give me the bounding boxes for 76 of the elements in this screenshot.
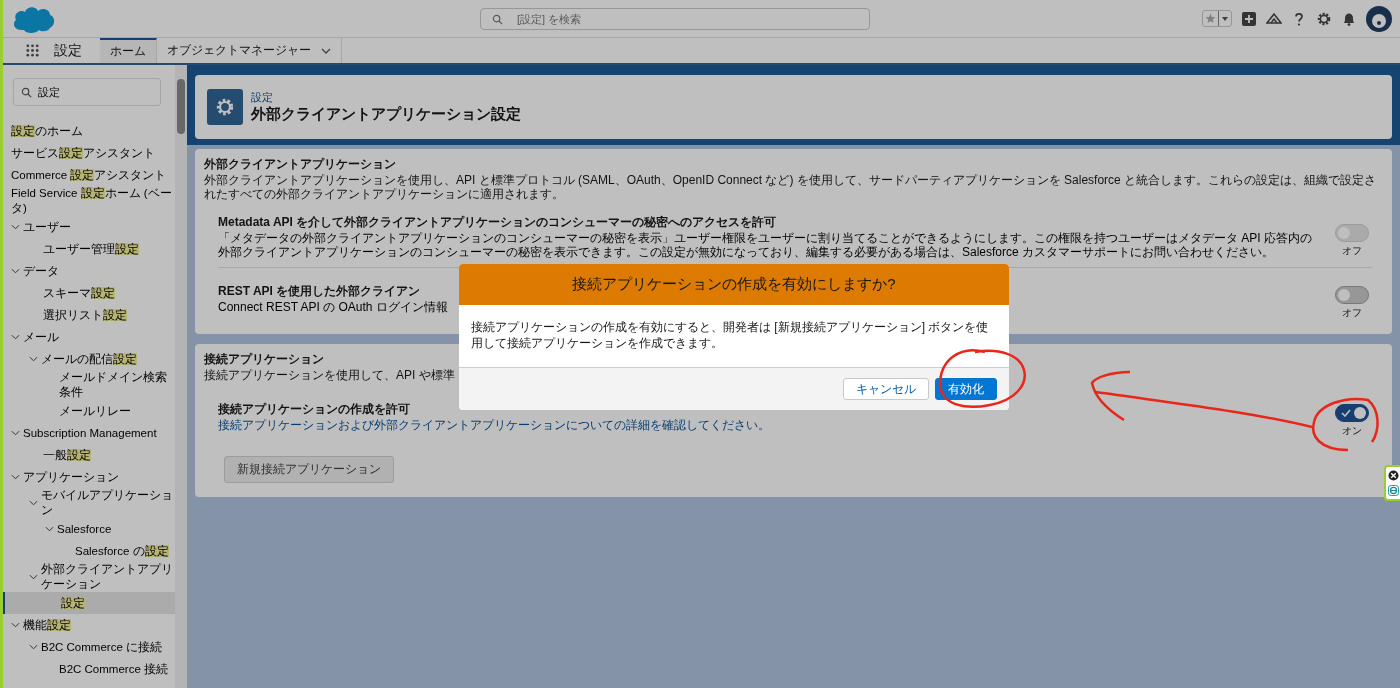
sidebar-item[interactable]: ユーザー管理設定: [43, 241, 139, 257]
details-link[interactable]: 接続アプリケーションおよび外部クライアントアプリケーションについての詳細を確認してください。: [218, 418, 770, 432]
sidebar-item[interactable]: Salesforce の設定: [75, 543, 169, 559]
chevron-down-icon[interactable]: [11, 430, 20, 436]
sidebar-item[interactable]: Salesforce: [57, 521, 112, 537]
chevron-down-icon[interactable]: [321, 47, 331, 54]
sidebar-item[interactable]: ユーザー: [23, 219, 71, 235]
search-icon: [21, 87, 32, 98]
sidebar-item[interactable]: データ: [23, 263, 59, 279]
sidebar-item[interactable]: 設定: [61, 595, 85, 611]
sidebar-item[interactable]: メールリレー: [59, 403, 131, 419]
chevron-down-icon[interactable]: [29, 574, 38, 580]
setting-description: Connect REST API の OAuth ログイン情報: [218, 300, 448, 314]
sidebar-item[interactable]: メールの配信設定: [41, 351, 137, 367]
app-launcher-icon[interactable]: [25, 43, 40, 58]
toggle-label: オフ: [1342, 306, 1362, 320]
close-icon[interactable]: [1387, 470, 1399, 481]
sidebar-item[interactable]: Commerce 設定アシスタント: [11, 167, 167, 183]
section-description: 接続アプリケーションを使用して、API や標準: [204, 368, 455, 382]
sidebar-search-field[interactable]: 設定: [13, 78, 161, 106]
cancel-button[interactable]: キャンセル: [843, 378, 929, 400]
sidebar-item[interactable]: メール: [23, 329, 59, 345]
chevron-down-icon[interactable]: [11, 268, 20, 274]
toggle-switch[interactable]: [1335, 404, 1369, 422]
setting-description: 「メタデータの外部クライアントアプリケーションのコンシューマーの秘密を表示」ユーザー権限をユーザーに割り当てることができるようにします。この権限を持つユーザーはメタデータ API 応答内の外部クライアントアプリケーションのコンシューマーの秘密を表示できます。この設定が無効になっており、編集する必要がある場合は、Salesforce カスタマーサポートにお問い合わせください。: [218, 231, 1313, 259]
sidebar-item[interactable]: 一般設定: [43, 447, 91, 463]
sidebar-item[interactable]: 機能設定: [23, 617, 71, 633]
search-icon: [492, 13, 503, 25]
toggle-label: オフ: [1342, 244, 1362, 258]
toggle-switch[interactable]: [1335, 286, 1369, 304]
sidebar-item[interactable]: メールドメイン検索条件: [59, 370, 175, 400]
chevron-down-icon[interactable]: [29, 356, 38, 362]
enable-button[interactable]: 有効化: [935, 378, 997, 400]
setting-title: 接続アプリケーションの作成を許可: [218, 402, 410, 417]
toggle-label: オン: [1342, 424, 1362, 438]
sidebar-item[interactable]: 選択リスト設定: [43, 307, 127, 323]
sidebar-item[interactable]: B2C Commerce に接続: [41, 639, 162, 655]
sidebar-item[interactable]: B2C Commerce 接続: [59, 661, 168, 677]
caret-down-icon: [1221, 15, 1229, 22]
chevron-down-icon[interactable]: [45, 526, 54, 532]
chevron-down-icon[interactable]: [11, 474, 20, 480]
circle-annotation: [1311, 397, 1379, 452]
sidebar-item[interactable]: Field Service 設定ホーム (ベータ): [11, 186, 175, 216]
app-name: 設定: [54, 41, 82, 60]
mountain-icon[interactable]: [1266, 10, 1282, 27]
chevron-down-icon[interactable]: [29, 644, 38, 650]
sidebar-item[interactable]: 設定のホーム: [11, 123, 83, 139]
section-title: 接続アプリケーション: [204, 352, 324, 367]
favorites-button[interactable]: [1202, 10, 1232, 27]
sidebar-item[interactable]: モバイルアプリケーション: [41, 488, 175, 518]
section-description: 外部クライアントアプリケーションを使用し、API と標準プロトコル (SAML、OAuth、OpenID Connect など) を使用して、サードパーティアプリケーションを Salesforce と統合します。これらの設定は、組織で設定されたすべての外部クライアントアプリケーションに適用されます。: [204, 173, 1378, 201]
sidebar-item[interactable]: 外部クライアントアプリケーション: [41, 562, 175, 592]
breadcrumb-link[interactable]: 設定: [251, 90, 521, 105]
sidebar-item[interactable]: Subscription Management: [23, 425, 157, 441]
modal-title: 接続アプリケーションの作成を有効にしますか?: [572, 275, 896, 294]
global-search-field[interactable]: [設定] を検索: [480, 7, 870, 30]
settings-icon: [207, 89, 243, 125]
nav-tab[interactable]: ホーム: [100, 38, 157, 63]
settings-icon[interactable]: [1316, 10, 1332, 27]
check-icon: [1341, 409, 1351, 417]
avatar-icon[interactable]: [1366, 5, 1392, 32]
chevron-down-icon[interactable]: [29, 500, 38, 506]
modal-message: 接続アプリケーションの作成を有効にすると、開発者は [新規接続アプリケーション] ボタンを使用して接続アプリケーションを作成できます。: [471, 319, 990, 351]
chevron-down-icon[interactable]: [11, 334, 20, 340]
add-icon[interactable]: [1241, 10, 1257, 27]
scrollbar-thumb[interactable]: [177, 79, 185, 134]
sidebar-item[interactable]: アプリケーション: [23, 469, 119, 485]
page-title: 外部クライアントアプリケーション設定: [251, 105, 521, 124]
setting-title: REST API を使用した外部クライアン: [218, 284, 421, 299]
sidebar-item[interactable]: サービス設定アシスタント: [11, 145, 155, 161]
section-title: 外部クライアントアプリケーション: [204, 157, 396, 172]
setting-title: Metadata API を介して外部クライアントアプリケーションのコンシューマーの秘密へのアクセスを許可: [218, 215, 777, 230]
chevron-down-icon[interactable]: [11, 622, 20, 628]
star-icon: [1203, 13, 1218, 24]
sidebar-item[interactable]: スキーマ設定: [43, 285, 115, 301]
chevron-down-icon[interactable]: [11, 224, 20, 230]
